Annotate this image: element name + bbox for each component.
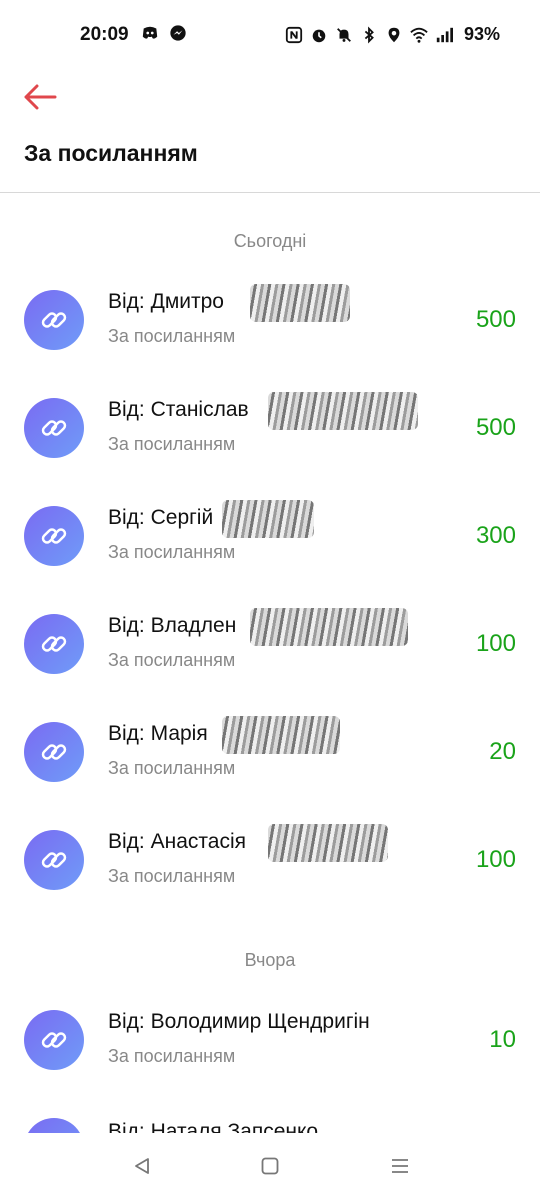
link-avatar <box>24 1118 84 1133</box>
transaction-sender: Від: Владлен <box>108 614 237 637</box>
redaction-mark <box>250 284 350 322</box>
battery-percent: 93% <box>463 24 500 44</box>
link-avatar <box>24 614 84 674</box>
transaction-type: За посиланням <box>108 542 236 562</box>
status-left-icons <box>141 24 187 42</box>
page-title: За посиланням <box>24 140 198 166</box>
nfc-icon <box>285 26 303 43</box>
nav-recents-button[interactable] <box>386 1153 414 1179</box>
transaction-amount: 20 <box>489 738 516 765</box>
transaction-type: За посиланням <box>108 866 236 886</box>
link-icon <box>41 636 67 652</box>
transaction-row[interactable]: Від: Сергій За посиланням 300 <box>0 500 540 614</box>
link-icon <box>41 312 67 328</box>
nav-back-button[interactable] <box>128 1153 156 1179</box>
back-button[interactable] <box>22 82 62 112</box>
transaction-type: За посиланням <box>108 326 236 346</box>
transaction-sender: Від: Наталя Запсенко <box>108 1120 319 1133</box>
link-icon <box>41 420 67 436</box>
link-avatar <box>24 722 84 782</box>
transaction-sender: Від: Станіслав <box>108 398 249 421</box>
alarm-icon <box>312 29 326 42</box>
transaction-row[interactable]: Від: Володимир Щендригін За посиланням 1… <box>0 1010 540 1118</box>
transaction-amount: 10 <box>489 1026 516 1053</box>
transaction-row[interactable]: Від: Анастасія За посиланням 100 <box>0 824 540 938</box>
redaction-mark <box>268 392 418 430</box>
arrow-left-icon <box>24 84 57 110</box>
transaction-amount: 100 <box>475 630 516 657</box>
redaction-mark <box>268 824 388 862</box>
bluetooth-icon <box>364 26 374 43</box>
status-right-icons: 93% <box>285 24 500 45</box>
home-square-icon <box>261 1157 279 1175</box>
back-triangle-icon <box>135 1158 149 1174</box>
transaction-amount: 500 <box>475 414 516 441</box>
transaction-type: За посиланням <box>108 650 236 670</box>
transaction-type: За посиланням <box>108 758 236 778</box>
wifi-icon <box>410 27 428 43</box>
messenger-icon <box>170 25 186 41</box>
transaction-sender: Від: Сергій <box>108 506 214 529</box>
status-time: 20:09 <box>80 24 129 45</box>
status-bar: 20:09 93% <box>0 0 540 70</box>
link-avatar <box>24 290 84 350</box>
transaction-row[interactable]: Від: Наталя Запсенко <box>0 1118 540 1133</box>
transaction-row[interactable]: Від: Владлен За посиланням 100 <box>0 608 540 722</box>
app-header: За посиланням <box>0 70 540 193</box>
redaction-mark <box>250 608 408 646</box>
transaction-row[interactable]: Від: Марія За посиланням 20 <box>0 716 540 830</box>
transaction-row[interactable]: Від: Дмитро За посиланням 500 <box>0 284 540 398</box>
transaction-sender: Від: Анастасія <box>108 830 246 853</box>
link-avatar <box>24 830 84 890</box>
link-avatar <box>24 398 84 458</box>
link-icon <box>41 1032 67 1048</box>
recents-menu-icon <box>392 1159 408 1173</box>
redaction-mark <box>222 500 314 538</box>
transaction-sender: Від: Марія <box>108 722 208 745</box>
link-avatar <box>24 506 84 566</box>
signal-icon <box>436 27 453 42</box>
transaction-amount: 300 <box>475 522 516 549</box>
transaction-row[interactable]: Від: Станіслав За посиланням 500 <box>0 392 540 506</box>
link-icon <box>41 744 67 760</box>
transaction-amount: 500 <box>475 306 516 333</box>
nav-home-button[interactable] <box>256 1153 284 1179</box>
link-icon <box>41 528 67 544</box>
system-nav-bar <box>0 1133 540 1199</box>
transaction-sender: Від: Дмитро <box>108 290 224 313</box>
link-avatar <box>24 1010 84 1070</box>
location-icon <box>388 27 400 42</box>
mute-icon <box>337 27 351 42</box>
transaction-amount: 100 <box>475 846 516 873</box>
section-header-today: Сьогодні <box>233 231 307 251</box>
redaction-mark <box>222 716 340 754</box>
transaction-type: За посиланням <box>108 1046 236 1066</box>
transaction-sender: Від: Володимир Щендригін <box>108 1010 370 1033</box>
link-icon <box>41 852 67 868</box>
section-header-yesterday: Вчора <box>244 950 296 970</box>
discord-icon <box>142 26 158 39</box>
transaction-type: За посиланням <box>108 434 236 454</box>
